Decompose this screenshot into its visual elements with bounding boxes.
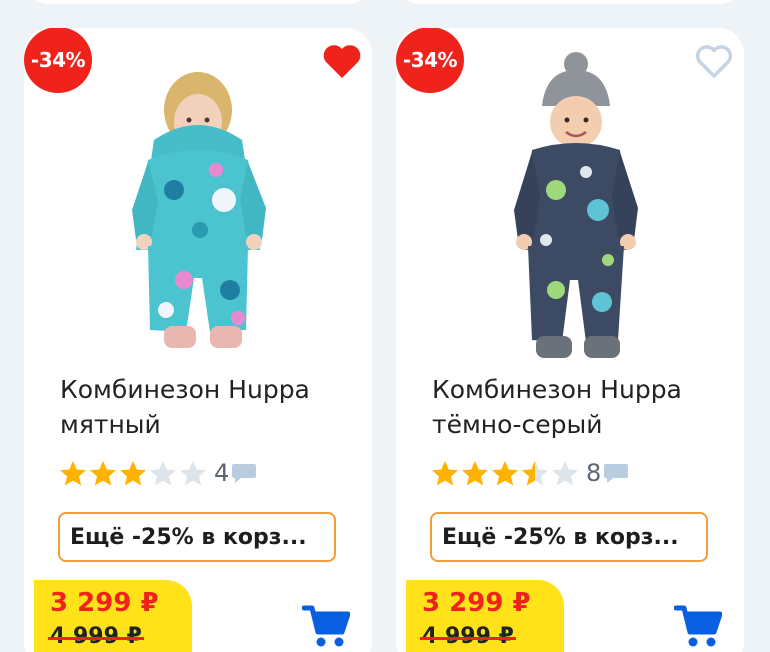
comment-icon (604, 464, 629, 483)
previous-card-bottom (396, 0, 744, 4)
star-empty-icon (150, 461, 176, 486)
star-filled-icon (60, 461, 86, 486)
discount-badge: -34% (24, 28, 92, 93)
star-filled-icon (90, 461, 116, 486)
heart-filled-icon[interactable] (322, 44, 362, 80)
product-title-line: Комбинезон Hupра (432, 375, 682, 404)
cart-promo-label: Ещё -25% в корз... (58, 512, 336, 562)
add-to-cart-icon[interactable] (674, 604, 722, 648)
product-title[interactable]: Комбинезон Hupра мятный (60, 372, 360, 442)
current-price: 3 299 ₽ (50, 588, 159, 618)
product-rating[interactable]: 8 (430, 458, 629, 488)
product-title-line: Комбинезон Hupра (60, 375, 310, 404)
comment-icon (232, 464, 257, 483)
product-photo-mint-snowsuit[interactable] (24, 40, 372, 370)
product-title[interactable]: Комбинезон Hupра тёмно-серый (432, 372, 732, 442)
star-filled-icon (120, 461, 146, 486)
star-filled-icon (432, 461, 458, 486)
current-price: 3 299 ₽ (422, 588, 531, 618)
heart-outline-icon[interactable] (694, 44, 734, 80)
product-photo-dark-gray-snowsuit[interactable] (396, 40, 744, 370)
old-price: 4 999 ₽ (420, 624, 516, 649)
discount-badge: -34% (396, 28, 464, 93)
product-card[interactable]: -34% Комбинезон Hupра тёмно-серый 8 Ещё … (396, 28, 744, 652)
review-count: 8 (586, 459, 602, 487)
cart-promo-label: Ещё -25% в корз... (430, 512, 708, 562)
product-title-line: тёмно-серый (432, 410, 603, 439)
add-to-cart-icon[interactable] (302, 604, 350, 648)
previous-card-bottom (24, 0, 372, 4)
star-empty-icon (180, 461, 206, 486)
star-empty-icon (552, 461, 578, 486)
old-price: 4 999 ₽ (48, 624, 144, 649)
product-card[interactable]: -34% Комбинезон Hupра мятный 4 Ещё -25% … (24, 28, 372, 652)
product-title-line: мятный (60, 410, 161, 439)
star-filled-icon (492, 461, 518, 486)
product-rating[interactable]: 4 (58, 458, 257, 488)
star-half-icon (522, 461, 548, 486)
review-count: 4 (214, 459, 230, 487)
star-filled-icon (462, 461, 488, 486)
